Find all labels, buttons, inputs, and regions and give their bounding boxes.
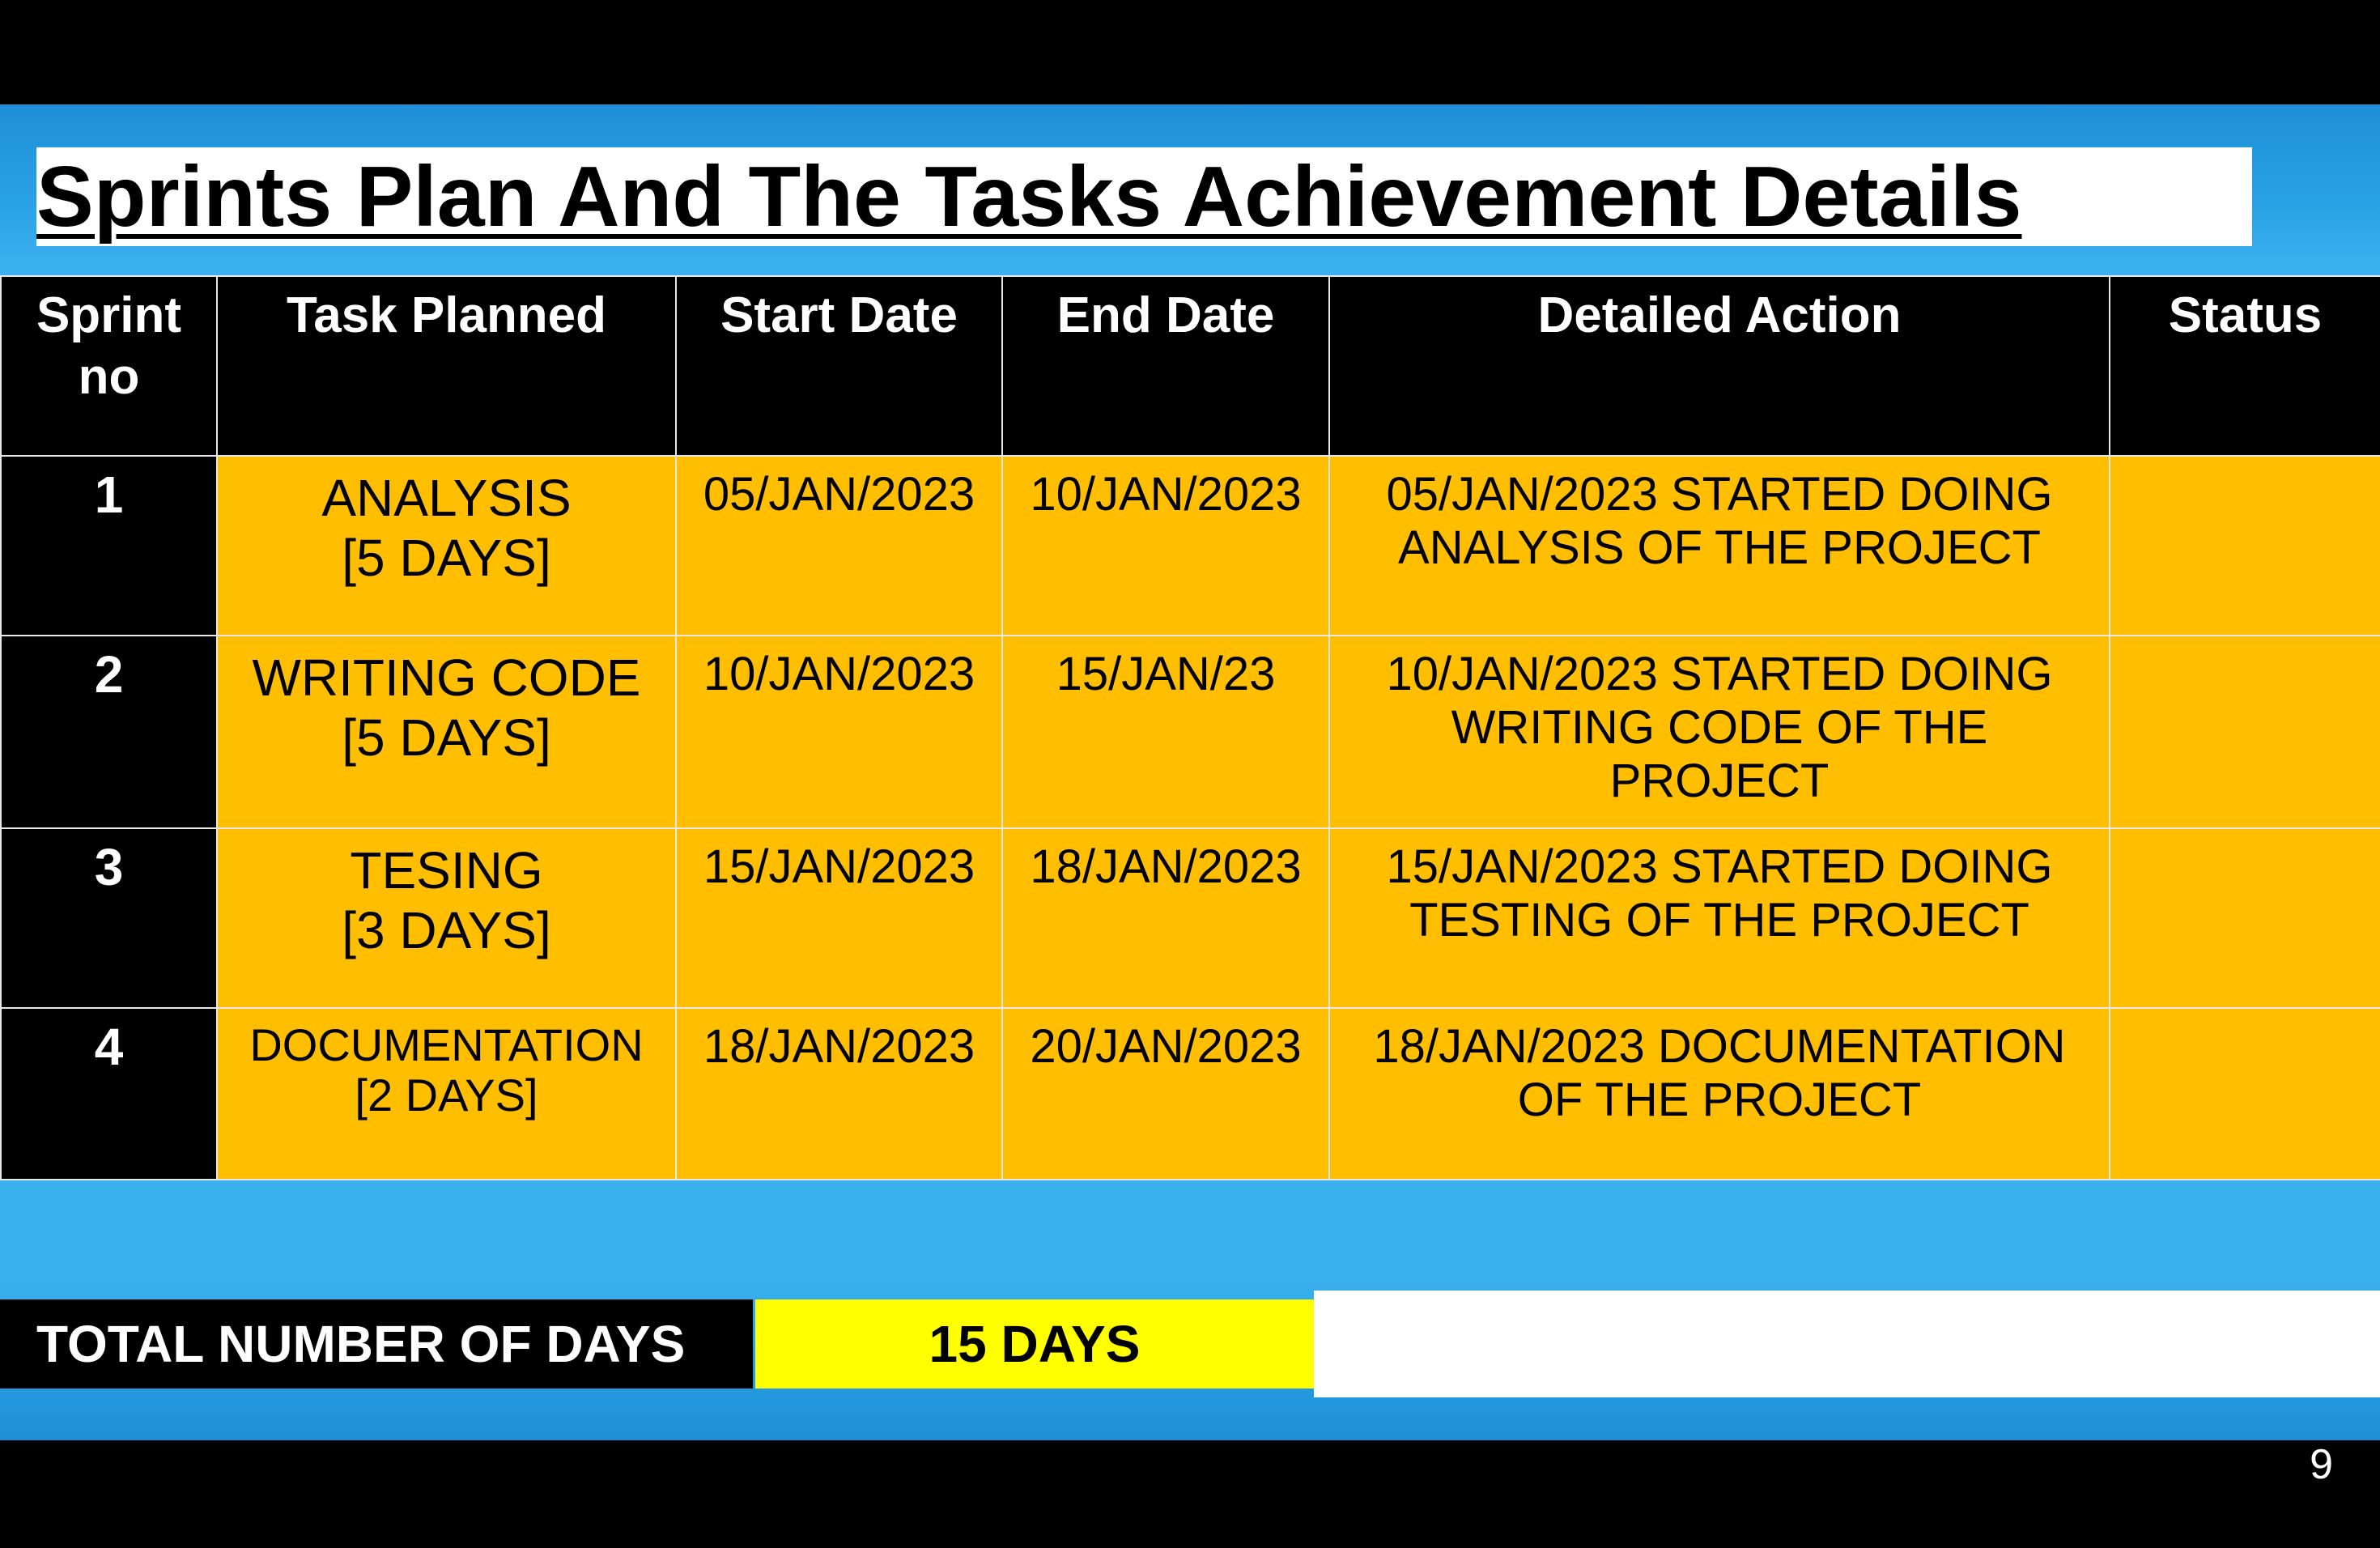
sprint-no: 4 — [0, 1007, 218, 1180]
end-date: 20/JAN/2023 — [1001, 1007, 1330, 1180]
start-date: 18/JAN/2023 — [675, 1007, 1003, 1180]
task-duration: [3 DAYS] — [342, 901, 551, 959]
slide: Sprints Plan And The Tasks Achievement D… — [0, 104, 2380, 1488]
table-row: 2 WRITING CODE [5 DAYS] 10/JAN/2023 15/J… — [0, 635, 2380, 829]
status — [2109, 827, 2380, 1009]
sprint-no: 3 — [0, 827, 218, 1009]
sprints-table: Sprint no Task Planned Start Date End Da… — [0, 275, 2380, 1180]
status — [2109, 635, 2380, 829]
table-row: 4 DOCUMENTATION [2 DAYS] 18/JAN/2023 20/… — [0, 1007, 2380, 1180]
task-duration: [2 DAYS] — [355, 1070, 538, 1121]
detailed-action: 10/JAN/2023 STARTED DOING WRITING CODE O… — [1328, 635, 2110, 829]
detailed-action: 15/JAN/2023 STARTED DOING TESTING OF THE… — [1328, 827, 2110, 1009]
task-planned: WRITING CODE [5 DAYS] — [216, 635, 677, 829]
header-status: Status — [2109, 275, 2380, 457]
total-row-blank — [1314, 1291, 2380, 1397]
task-name: WRITING CODE — [252, 649, 641, 707]
table-header-row: Sprint no Task Planned Start Date End Da… — [0, 275, 2380, 457]
task-duration: [5 DAYS] — [342, 529, 551, 587]
sprint-no: 1 — [0, 455, 218, 636]
table-row: 3 TESING [3 DAYS] 15/JAN/2023 18/JAN/202… — [0, 827, 2380, 1009]
sprint-no: 2 — [0, 635, 218, 829]
start-date: 10/JAN/2023 — [675, 635, 1003, 829]
slide-title: Sprints Plan And The Tasks Achievement D… — [36, 149, 2022, 245]
end-date: 15/JAN/23 — [1001, 635, 1330, 829]
status — [2109, 455, 2380, 636]
header-end-date: End Date — [1001, 275, 1330, 457]
table-row: 1 ANALYSIS [5 DAYS] 05/JAN/2023 10/JAN/2… — [0, 455, 2380, 636]
task-planned: ANALYSIS [5 DAYS] — [216, 455, 677, 636]
header-sprint-no: Sprint no — [0, 275, 218, 457]
start-date: 05/JAN/2023 — [675, 455, 1003, 636]
detailed-action: 18/JAN/2023 DOCUMENTATION OF THE PROJECT — [1328, 1007, 2110, 1180]
status — [2109, 1007, 2380, 1180]
task-planned: TESING [3 DAYS] — [216, 827, 677, 1009]
page-number: 9 — [2310, 1441, 2333, 1488]
detailed-action: 05/JAN/2023 STARTED DOING ANALYSIS OF TH… — [1328, 455, 2110, 636]
start-date: 15/JAN/2023 — [675, 827, 1003, 1009]
task-planned: DOCUMENTATION [2 DAYS] — [216, 1007, 677, 1180]
task-name: TESING — [350, 841, 543, 899]
task-name: ANALYSIS — [321, 469, 572, 527]
end-date: 18/JAN/2023 — [1001, 827, 1330, 1009]
task-duration: [5 DAYS] — [342, 708, 551, 767]
header-start-date: Start Date — [675, 275, 1003, 457]
header-task-planned: Task Planned — [216, 275, 677, 457]
task-name: DOCUMENTATION — [249, 1019, 644, 1070]
header-detailed-action: Detailed Action — [1328, 275, 2110, 457]
total-days-label: TOTAL NUMBER OF DAYS — [0, 1299, 753, 1389]
footer-date: 20/01/2023 — [83, 1443, 268, 1488]
end-date: 10/JAN/2023 — [1001, 455, 1330, 636]
total-days-value: 15 DAYS — [755, 1299, 1314, 1389]
